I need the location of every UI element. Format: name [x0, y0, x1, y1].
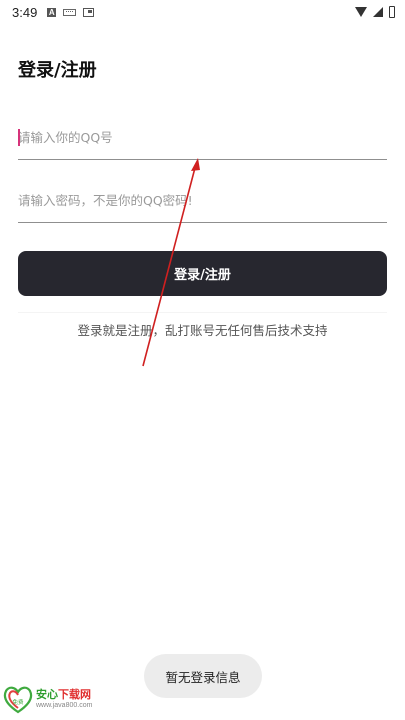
a-notification-icon: A	[47, 7, 57, 17]
text-cursor	[18, 129, 20, 146]
divider	[18, 312, 387, 313]
status-bar: 3:49 A	[0, 0, 405, 24]
heart-logo-icon: 免费	[3, 686, 33, 714]
page-title: 登录/注册	[18, 60, 97, 81]
login-register-button[interactable]: 登录/注册	[18, 251, 387, 296]
keyboard-icon	[63, 8, 77, 16]
password-field	[18, 179, 387, 223]
password-input[interactable]	[18, 179, 387, 222]
watermark-brand-part1: 安心	[36, 688, 58, 701]
screen-icon	[83, 7, 95, 17]
battery-icon	[389, 6, 395, 18]
watermark-badge: 免费	[12, 698, 24, 706]
toast-message: 暂无登录信息	[144, 654, 262, 698]
watermark-url: www.java800.com	[36, 702, 93, 709]
wifi-icon	[355, 7, 367, 17]
watermark-brand-part2: 下载网	[58, 688, 91, 701]
disclaimer-text: 登录就是注册，乱打账号无任何售后技术支持	[77, 323, 328, 338]
qq-number-input[interactable]	[18, 116, 387, 159]
site-watermark: 免费 安心下载网 www.java800.com	[2, 684, 92, 714]
signal-icon	[373, 7, 383, 17]
qq-number-field	[18, 116, 387, 160]
annotation-arrow	[142, 158, 200, 367]
status-time: 3:49	[12, 4, 38, 20]
